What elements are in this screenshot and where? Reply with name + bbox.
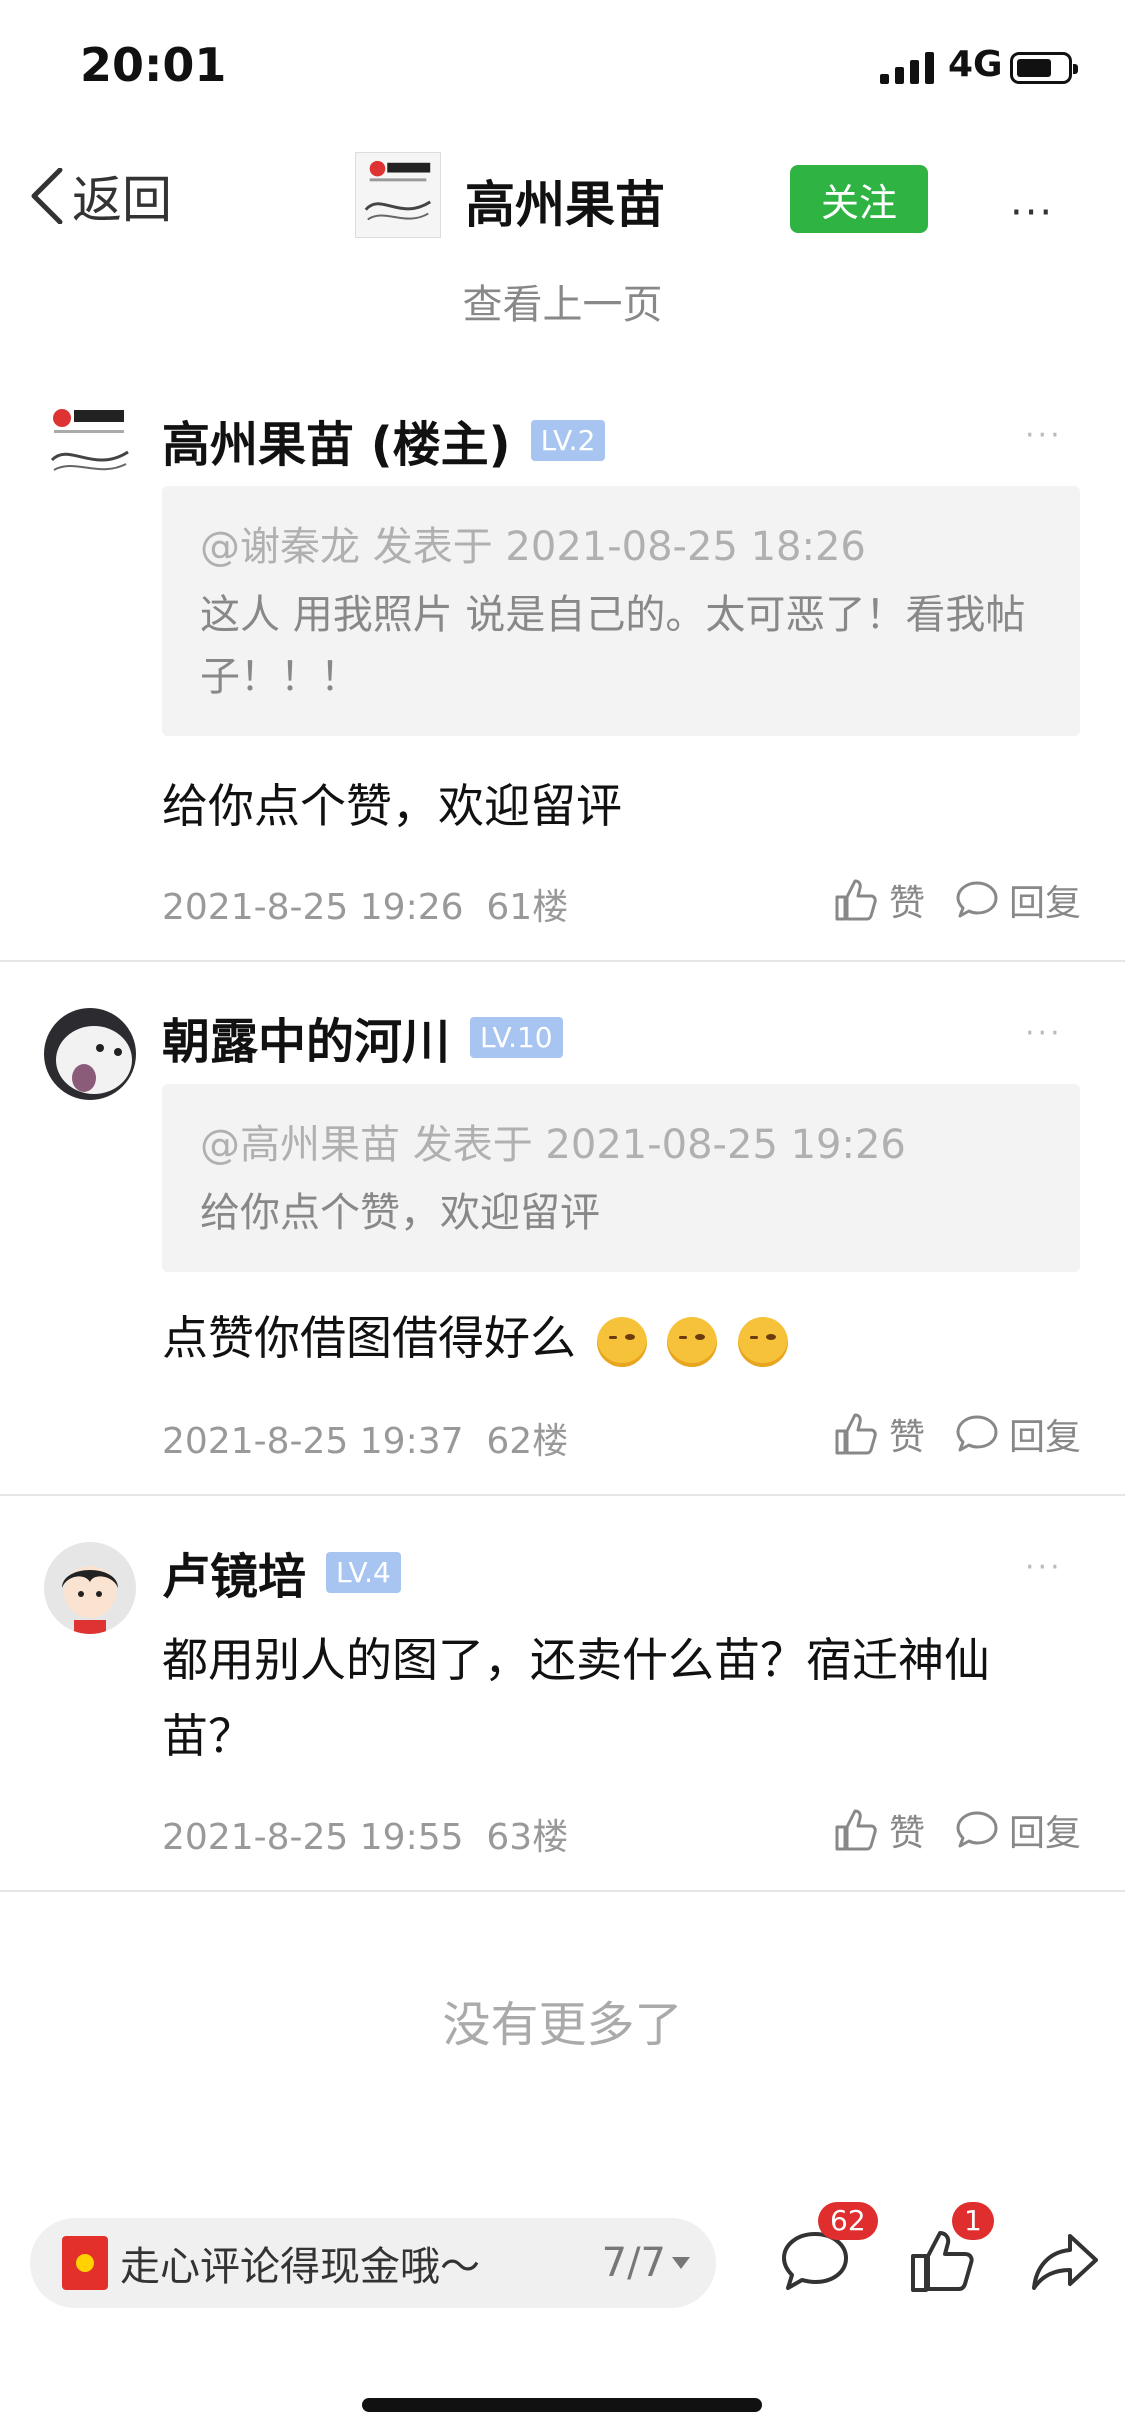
post-actions: 赞 回复 bbox=[803, 1804, 1081, 1856]
reply-button[interactable]: 回复 bbox=[955, 1804, 1081, 1856]
forum-logo[interactable] bbox=[355, 152, 441, 238]
level-badge: LV.2 bbox=[530, 419, 606, 461]
smirk-emoji-icon bbox=[667, 1316, 718, 1367]
like-button[interactable]: 赞 bbox=[833, 1408, 925, 1460]
post-meta: 2021-8-25 19:37 62楼 bbox=[162, 1412, 568, 1464]
comment-input[interactable]: 走心评论得现金哦～ 7/7 bbox=[30, 2218, 716, 2308]
post-floor: 62楼 bbox=[486, 1421, 569, 1462]
post-body: 都用别人的图了，还卖什么苗？宿迁神仙苗？ bbox=[162, 1633, 990, 1763]
divider bbox=[0, 960, 1125, 962]
comment-count-badge: 62 bbox=[818, 2202, 878, 2240]
post-author[interactable]: 高州果苗 (楼主) LV.2 bbox=[162, 405, 606, 475]
quote-meta: @高州果苗 发表于 2021-08-25 19:26 bbox=[200, 1122, 906, 1168]
post-more-icon[interactable]: ··· bbox=[1025, 1016, 1063, 1051]
post-time: 2021-8-25 19:26 bbox=[162, 887, 464, 928]
signal-icon bbox=[880, 52, 934, 84]
like-button[interactable]: 赞 bbox=[833, 1804, 925, 1856]
post-more-icon[interactable]: ··· bbox=[1025, 1550, 1063, 1585]
page-selector[interactable]: 7/7 bbox=[602, 2240, 690, 2286]
divider bbox=[0, 1890, 1125, 1892]
post-time: 2021-8-25 19:55 bbox=[162, 1817, 464, 1858]
post-floor: 61楼 bbox=[486, 887, 569, 928]
back-label: 返回 bbox=[72, 171, 172, 229]
post-floor: 63楼 bbox=[486, 1817, 569, 1858]
post-actions: 赞 回复 bbox=[803, 874, 1081, 926]
post-time: 2021-8-25 19:37 bbox=[162, 1421, 464, 1462]
author-name: 朝露中的河川 bbox=[162, 1014, 451, 1070]
like-label: 赞 bbox=[888, 1417, 925, 1458]
author-name: 卢镜培 bbox=[162, 1549, 307, 1605]
red-envelope-icon bbox=[62, 2236, 108, 2290]
reply-label: 回复 bbox=[1008, 1813, 1081, 1854]
smirk-emoji-icon bbox=[737, 1316, 788, 1367]
comment-icon bbox=[956, 1415, 998, 1452]
caret-down-icon bbox=[672, 2257, 690, 2269]
post-body: 点赞你借图借得好么 bbox=[162, 1300, 1062, 1376]
like-count-badge: 1 bbox=[952, 2202, 994, 2240]
like-label: 赞 bbox=[888, 883, 925, 924]
page-indicator: 7/7 bbox=[601, 2240, 666, 2286]
reply-button[interactable]: 回复 bbox=[955, 1408, 1081, 1460]
post-meta: 2021-8-25 19:26 61楼 bbox=[162, 878, 568, 930]
comment-icon bbox=[956, 1811, 998, 1848]
post-meta: 2021-8-25 19:55 63楼 bbox=[162, 1808, 568, 1860]
avatar[interactable] bbox=[44, 1542, 136, 1634]
post-actions: 赞 回复 bbox=[803, 1408, 1081, 1460]
quote-meta: @谢秦龙 发表于 2021-08-25 18:26 bbox=[200, 524, 866, 570]
share-icon[interactable] bbox=[1030, 2228, 1100, 2294]
reply-button[interactable]: 回复 bbox=[955, 874, 1081, 926]
chevron-left-icon bbox=[31, 168, 63, 224]
thumbs-up-icon bbox=[835, 879, 877, 921]
status-time: 20:01 bbox=[80, 38, 227, 92]
quoted-reply[interactable]: @高州果苗 发表于 2021-08-25 19:26 给你点个赞，欢迎留评 bbox=[162, 1084, 1080, 1272]
reply-label: 回复 bbox=[1008, 883, 1081, 924]
quote-text: 这人 用我照片 说是自己的。太可恶了！看我帖子！！！ bbox=[200, 592, 1026, 700]
level-badge: LV.10 bbox=[470, 1016, 563, 1058]
quote-text: 给你点个赞，欢迎留评 bbox=[200, 1190, 600, 1236]
view-previous-page-link[interactable]: 查看上一页 bbox=[0, 272, 1125, 330]
like-label: 赞 bbox=[888, 1813, 925, 1854]
comment-icon bbox=[956, 881, 998, 918]
author-name: 高州果苗 (楼主) bbox=[162, 417, 511, 473]
battery-icon bbox=[1010, 52, 1078, 84]
level-badge: LV.4 bbox=[326, 1551, 401, 1593]
network-type: 4G bbox=[948, 44, 1003, 85]
thumbs-up-icon bbox=[835, 1413, 877, 1455]
avatar[interactable] bbox=[44, 398, 136, 490]
post-body: 给你点个赞，欢迎留评 bbox=[162, 779, 622, 833]
post-author[interactable]: 卢镜培 LV.4 bbox=[162, 1537, 401, 1607]
back-button[interactable]: 返回 bbox=[30, 160, 172, 232]
reply-label: 回复 bbox=[1008, 1417, 1081, 1458]
divider bbox=[0, 1494, 1125, 1496]
follow-button[interactable]: 关注 bbox=[790, 165, 928, 233]
nav-title: 高州果苗 bbox=[465, 176, 665, 234]
post-author[interactable]: 朝露中的河川 LV.10 bbox=[162, 1002, 563, 1072]
post-more-icon[interactable]: ··· bbox=[1025, 418, 1063, 453]
smirk-emoji-icon bbox=[596, 1316, 647, 1367]
comment-prompt: 走心评论得现金哦～ bbox=[120, 2244, 480, 2290]
quoted-reply[interactable]: @谢秦龙 发表于 2021-08-25 18:26 这人 用我照片 说是自己的。… bbox=[162, 486, 1080, 736]
more-menu-icon[interactable]: ··· bbox=[1010, 190, 1054, 236]
like-button[interactable]: 赞 bbox=[833, 874, 925, 926]
no-more-text: 没有更多了 bbox=[442, 1997, 683, 2053]
avatar[interactable] bbox=[44, 1008, 136, 1100]
post-body-text: 点赞你借图借得好么 bbox=[162, 1311, 576, 1365]
thumbs-up-icon bbox=[835, 1809, 877, 1851]
home-indicator[interactable] bbox=[362, 2398, 762, 2412]
